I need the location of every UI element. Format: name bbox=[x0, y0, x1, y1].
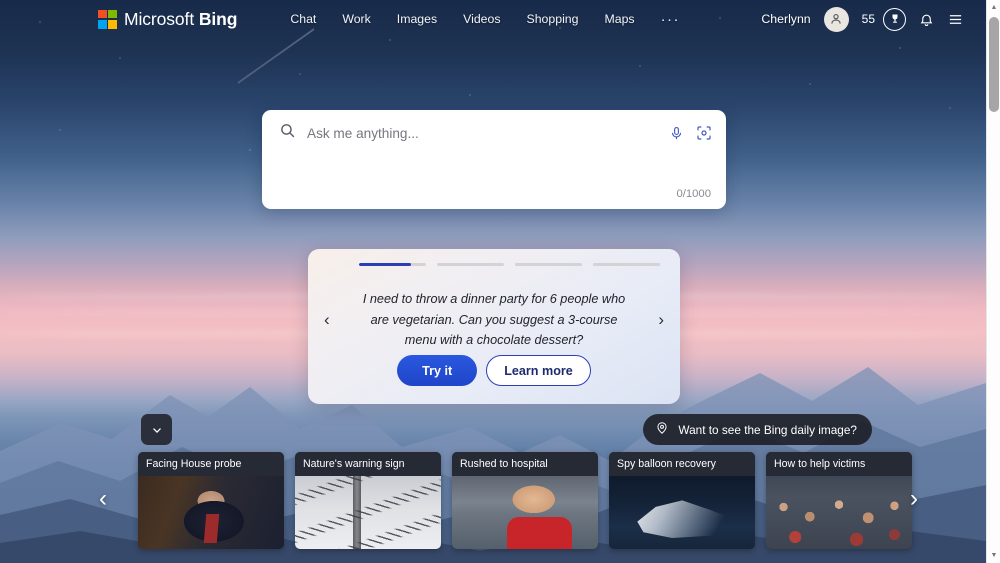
person-avatar-icon[interactable] bbox=[823, 6, 849, 32]
progress-segment[interactable] bbox=[437, 263, 504, 267]
search-box[interactable]: 0/1000 bbox=[262, 110, 726, 209]
progress-segment[interactable] bbox=[359, 263, 426, 267]
news-card-carousel: Facing House probe Nature's warning sign… bbox=[138, 452, 912, 549]
news-card-title: Spy balloon recovery bbox=[609, 452, 755, 476]
bing-logo[interactable]: Microsoft Bing bbox=[98, 9, 237, 30]
news-next-chevron-right-icon[interactable]: › bbox=[910, 487, 918, 511]
news-card-image bbox=[609, 476, 755, 549]
search-icon bbox=[279, 122, 296, 144]
news-card[interactable]: Facing House probe bbox=[138, 452, 284, 549]
microphone-icon[interactable] bbox=[669, 126, 684, 141]
news-card-image bbox=[295, 476, 441, 549]
nav-item-chat[interactable]: Chat bbox=[290, 12, 316, 26]
progress-segment[interactable] bbox=[593, 263, 660, 267]
news-card-title: Facing House probe bbox=[138, 452, 284, 476]
hamburger-menu-icon[interactable] bbox=[947, 12, 964, 27]
scroll-up-arrow-icon[interactable]: ▲ bbox=[987, 0, 1000, 15]
location-pin-icon bbox=[655, 421, 669, 438]
scrollbar-thumb[interactable] bbox=[989, 17, 999, 112]
rewards-trophy-icon[interactable] bbox=[883, 7, 906, 31]
news-card[interactable]: Spy balloon recovery bbox=[609, 452, 755, 549]
nav-item-work[interactable]: Work bbox=[342, 12, 370, 26]
search-row bbox=[262, 110, 726, 156]
learn-more-button[interactable]: Learn more bbox=[486, 355, 591, 386]
scroll-down-arrow-icon[interactable]: ▼ bbox=[987, 548, 1000, 563]
news-card[interactable]: Nature's warning sign bbox=[295, 452, 441, 549]
daily-image-label: Want to see the Bing daily image? bbox=[678, 422, 857, 437]
news-card[interactable]: How to help victims bbox=[766, 452, 912, 549]
news-card-title: How to help victims bbox=[766, 452, 912, 476]
nav-item-shopping[interactable]: Shopping bbox=[527, 12, 579, 26]
suggestion-next-chevron-right-icon[interactable]: › bbox=[658, 311, 664, 328]
suggestion-prompt-text: I need to throw a dinner party for 6 peo… bbox=[362, 292, 626, 348]
user-name-label: Cherlynn bbox=[761, 12, 811, 26]
bell-icon[interactable] bbox=[919, 12, 934, 27]
brand-text: Microsoft Bing bbox=[124, 9, 237, 30]
top-navigation-bar: Microsoft Bing Chat Work Images Videos S… bbox=[0, 0, 986, 38]
bing-homepage: Microsoft Bing Chat Work Images Videos S… bbox=[0, 0, 1000, 563]
microsoft-logo-icon bbox=[98, 9, 117, 29]
suggestion-prev-chevron-left-icon[interactable]: ‹ bbox=[324, 311, 330, 328]
news-card-image bbox=[138, 476, 284, 549]
nav-item-videos[interactable]: Videos bbox=[463, 12, 500, 26]
brand-bing: Bing bbox=[198, 8, 238, 29]
rewards-points-label: 55 bbox=[861, 12, 875, 26]
carousel-progress-indicator bbox=[359, 263, 660, 267]
nav-more-icon[interactable]: ··· bbox=[661, 11, 681, 28]
nav-item-images[interactable]: Images bbox=[397, 12, 437, 26]
visual-search-icon[interactable] bbox=[696, 125, 712, 141]
news-card-image bbox=[766, 476, 912, 549]
search-input[interactable] bbox=[307, 125, 669, 141]
brand-microsoft: Microsoft bbox=[124, 8, 195, 29]
suggestion-actions: Try it Learn more bbox=[308, 355, 680, 386]
news-card[interactable]: Rushed to hospital bbox=[452, 452, 598, 549]
nav-item-maps[interactable]: Maps bbox=[604, 12, 634, 26]
nav-links: Chat Work Images Videos Shopping Maps ··… bbox=[290, 11, 680, 28]
vertical-scrollbar[interactable]: ▲ ▼ bbox=[986, 0, 1000, 563]
header-account-area: Cherlynn 55 bbox=[761, 6, 964, 32]
daily-image-button[interactable]: Want to see the Bing daily image? bbox=[643, 414, 872, 445]
expand-chevron-down-icon[interactable] bbox=[141, 414, 172, 445]
news-card-image bbox=[452, 476, 598, 549]
search-action-icons bbox=[669, 125, 712, 141]
news-card-title: Rushed to hospital bbox=[452, 452, 598, 476]
try-it-button[interactable]: Try it bbox=[397, 355, 478, 386]
news-prev-chevron-left-icon[interactable]: ‹ bbox=[99, 487, 107, 511]
progress-segment[interactable] bbox=[515, 263, 582, 267]
character-counter: 0/1000 bbox=[676, 188, 711, 200]
suggestion-card: ‹ › I need to throw a dinner party for 6… bbox=[308, 249, 680, 404]
news-card-title: Nature's warning sign bbox=[295, 452, 441, 476]
